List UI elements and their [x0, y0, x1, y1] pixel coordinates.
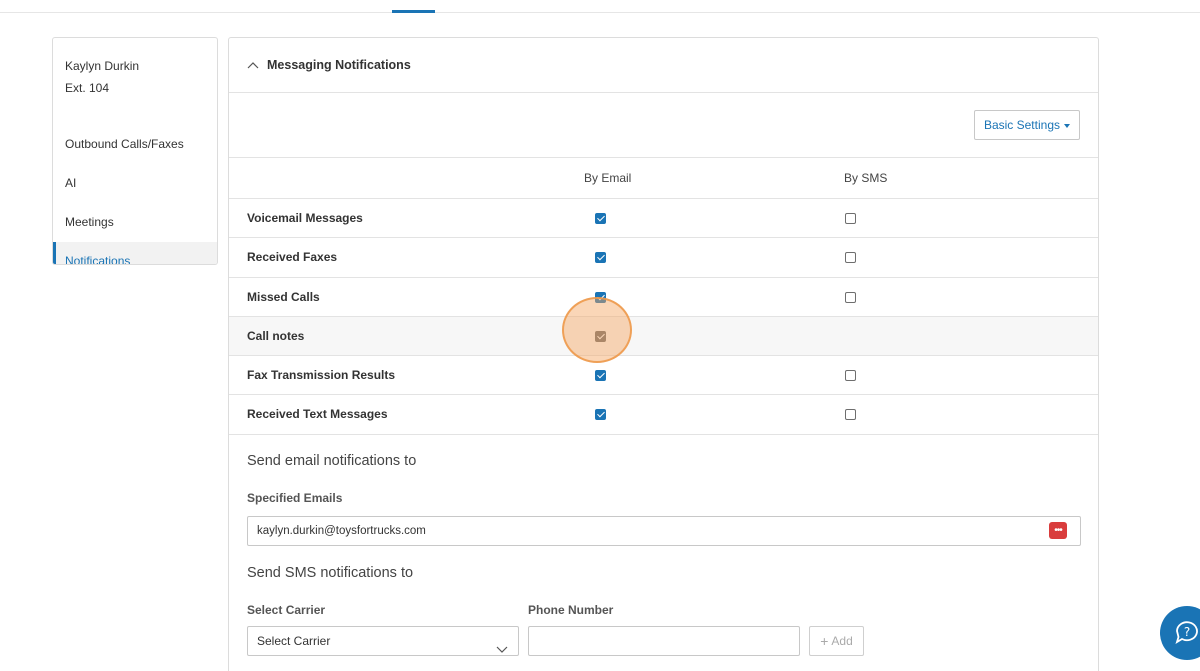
chevron-up-icon[interactable]	[245, 57, 261, 73]
sidebar-user[interactable]: Kaylyn Durkin Ext. 104	[53, 38, 217, 125]
voicemail-email-checkbox[interactable]	[595, 213, 606, 224]
specified-emails-label: Specified Emails	[247, 491, 343, 505]
table-row: Fax Transmission Results	[229, 356, 1098, 396]
messaging-notifications-panel: Messaging Notifications Basic Settings B…	[228, 37, 1099, 671]
fax-results-sms-checkbox[interactable]	[845, 370, 856, 382]
column-by-email: By Email	[584, 171, 632, 185]
email-section-title: Send email notifications to	[247, 453, 417, 469]
select-carrier-label: Select Carrier	[247, 603, 326, 617]
user-name: Kaylyn Durkin	[65, 59, 140, 73]
table-row: Missed Calls	[229, 278, 1098, 317]
panel-header[interactable]: Messaging Notifications	[229, 38, 1098, 93]
help-chat-button[interactable]: ?	[1160, 606, 1200, 660]
table-row: Received Text Messages	[229, 395, 1098, 435]
row-label: Received Faxes	[247, 250, 338, 265]
basic-settings-label: Basic Settings	[983, 118, 1060, 132]
text-messages-email-checkbox[interactable]	[595, 409, 606, 421]
active-tab-indicator	[392, 10, 435, 13]
received-faxes-sms-checkbox[interactable]	[845, 252, 856, 264]
received-faxes-email-checkbox[interactable]	[595, 252, 606, 264]
table-header: By Email By SMS	[229, 158, 1098, 199]
settings-sidebar: Kaylyn Durkin Ext. 104 Outbound Calls/Fa…	[52, 37, 218, 265]
specified-emails-input[interactable]	[247, 516, 1081, 546]
text-messages-sms-checkbox[interactable]	[845, 409, 856, 421]
row-label: Fax Transmission Results	[247, 368, 396, 383]
caret-down-icon	[1064, 123, 1070, 128]
column-by-sms: By SMS	[844, 171, 888, 185]
panel-title: Messaging Notifications	[267, 58, 411, 72]
sidebar-item-notifications[interactable]: Notifications	[53, 242, 217, 264]
missed-calls-email-checkbox[interactable]	[595, 291, 606, 303]
row-label: Missed Calls	[247, 289, 320, 304]
svg-text:?: ?	[1184, 625, 1190, 639]
row-label: Received Text Messages	[247, 407, 388, 422]
password-manager-icon[interactable]: •••	[1049, 522, 1067, 539]
call-notes-email-checkbox[interactable]	[595, 330, 606, 342]
chevron-down-icon	[496, 636, 508, 664]
carrier-select[interactable]: Select Carrier	[247, 626, 519, 656]
row-label: Voicemail Messages	[247, 211, 363, 225]
settings-toolbar: Basic Settings	[229, 93, 1098, 158]
phone-number-label: Phone Number	[528, 603, 614, 617]
sidebar-item-meetings[interactable]: Meetings	[53, 203, 217, 242]
table-row: Call notes	[229, 316, 1098, 357]
table-row: Voicemail Messages	[229, 199, 1098, 239]
add-phone-button[interactable]: + Add	[809, 626, 864, 656]
add-button-label: Add	[831, 634, 853, 648]
sms-section-title: Send SMS notifications to	[247, 565, 414, 581]
plus-icon: +	[820, 633, 829, 649]
sidebar-item-ai[interactable]: AI	[53, 164, 217, 203]
user-extension: Ext. 104	[65, 81, 110, 95]
fax-results-email-checkbox[interactable]	[595, 370, 606, 382]
help-chat-icon: ?	[1172, 617, 1200, 650]
row-label: Call notes	[247, 328, 305, 343]
missed-calls-sms-checkbox[interactable]	[845, 291, 856, 303]
voicemail-sms-checkbox[interactable]	[845, 213, 856, 224]
sidebar-item-outbound-calls-faxes[interactable]: Outbound Calls/Faxes	[53, 125, 217, 164]
table-row: Received Faxes	[229, 238, 1098, 278]
phone-number-input[interactable]	[528, 626, 800, 656]
carrier-select-value: Select Carrier	[257, 634, 331, 648]
basic-settings-dropdown[interactable]: Basic Settings	[973, 110, 1080, 140]
top-tab-bar	[0, 0, 1200, 13]
